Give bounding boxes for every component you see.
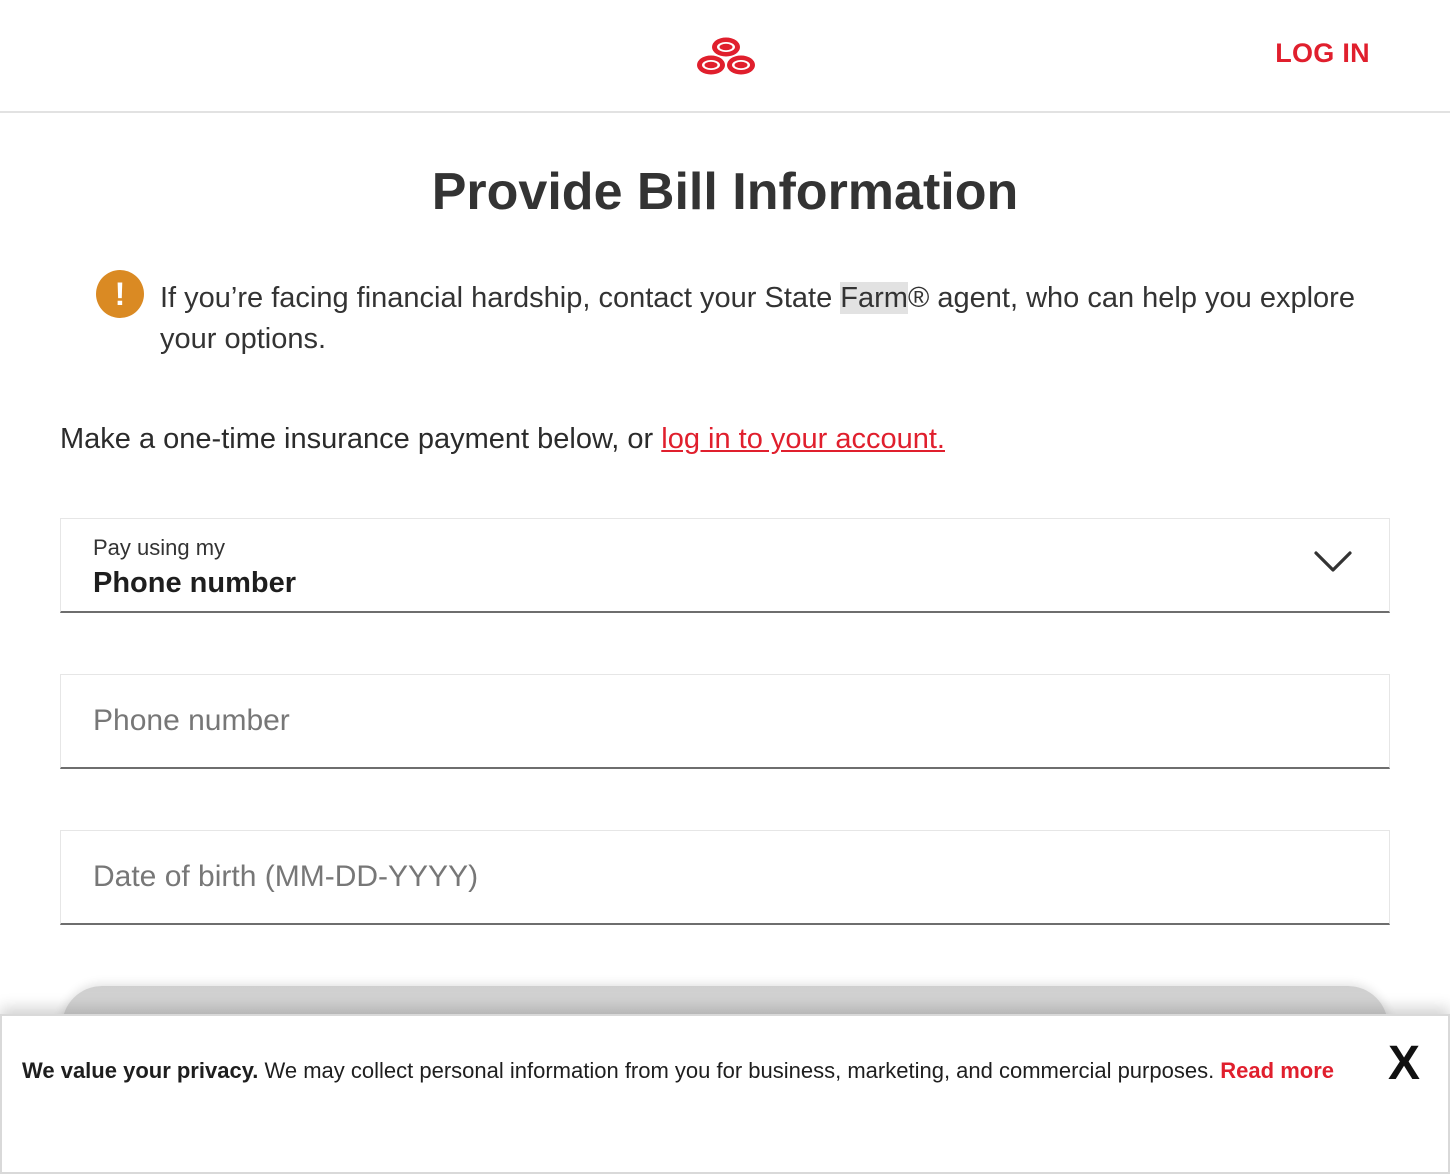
pay-using-value: Phone number xyxy=(93,567,297,599)
privacy-banner: We value your privacy. We may collect pe… xyxy=(0,1014,1450,1174)
pay-using-caption: Pay using my xyxy=(93,535,226,560)
privacy-bold-text: We value your privacy. xyxy=(22,1058,259,1083)
intro-label: Make a one-time insurance payment below,… xyxy=(60,423,662,455)
privacy-text: We value your privacy. We may collect pe… xyxy=(22,1058,1334,1084)
state-farm-logo-icon[interactable] xyxy=(694,36,758,78)
read-more-link[interactable]: Read more xyxy=(1220,1058,1334,1083)
exclamation-circle-icon: ! xyxy=(96,270,144,318)
chevron-down-icon[interactable] xyxy=(1313,549,1353,575)
page-title: Provide Bill Information xyxy=(431,163,1019,221)
dob-field[interactable] xyxy=(60,830,1390,925)
site-header: LOG IN xyxy=(0,0,1450,113)
notice-text-highlight: Farm xyxy=(840,282,908,314)
close-privacy-button[interactable]: X xyxy=(1388,1038,1420,1090)
notice-text: If you’re facing financial hardship, con… xyxy=(160,278,1360,360)
notice-text-start: If you’re facing financial hardship, con… xyxy=(160,282,841,314)
pay-using-select[interactable]: Pay using my Phone number xyxy=(60,518,1390,613)
privacy-body-text: We may collect personal information from… xyxy=(258,1058,1221,1083)
date-of-birth-input[interactable] xyxy=(61,831,1389,923)
phone-field[interactable] xyxy=(60,674,1390,769)
phone-number-input[interactable] xyxy=(61,675,1389,767)
login-link[interactable]: LOG IN xyxy=(1275,38,1370,69)
login-account-link[interactable]: log in to your account. xyxy=(661,423,945,455)
intro-text: Make a one-time insurance payment below,… xyxy=(60,423,945,456)
